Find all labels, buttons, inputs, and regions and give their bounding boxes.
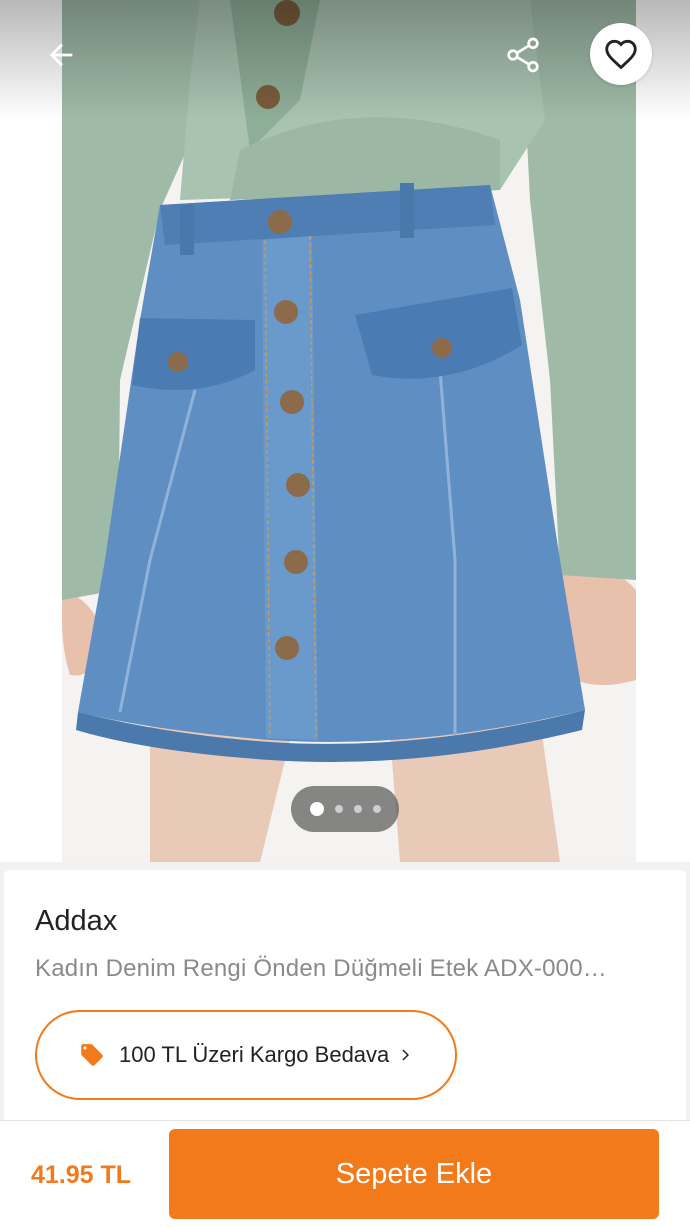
pager-dot-active[interactable] xyxy=(309,802,324,816)
favorite-button[interactable] xyxy=(590,23,652,85)
chevron-right-icon xyxy=(402,1049,410,1061)
purchase-bar: 41.95 TL Sepete Ekle xyxy=(0,1120,690,1227)
brand-name[interactable]: Addax xyxy=(35,905,117,938)
heart-outline-icon xyxy=(605,39,637,70)
pager-dot[interactable] xyxy=(334,805,343,813)
product-photo xyxy=(0,0,690,862)
image-pager[interactable] xyxy=(291,786,399,832)
free-shipping-promo[interactable]: 100 TL Üzeri Kargo Bedava xyxy=(35,1010,457,1100)
product-title: Kadın Denim Rengi Önden Düğmeli Etek ADX… xyxy=(35,955,607,982)
pager-dot[interactable] xyxy=(353,805,362,813)
arrow-left-icon xyxy=(49,43,73,67)
price: 41.95 TL xyxy=(31,1161,132,1189)
price-tag-icon xyxy=(81,1044,103,1066)
share-button[interactable] xyxy=(496,28,550,82)
pager-dot[interactable] xyxy=(372,805,381,813)
back-button[interactable] xyxy=(34,28,88,82)
product-detail-screen: Addax Kadın Denim Rengi Önden Düğmeli Et… xyxy=(0,0,690,1227)
share-icon xyxy=(507,37,539,73)
product-info-card: Addax Kadın Denim Rengi Önden Düğmeli Et… xyxy=(4,870,686,1120)
promo-arrow xyxy=(397,1046,415,1064)
product-gallery[interactable] xyxy=(0,0,690,862)
add-to-cart-button[interactable]: Sepete Ekle xyxy=(169,1129,659,1219)
top-gradient xyxy=(0,0,690,120)
promo-label: 100 TL Üzeri Kargo Bedava xyxy=(119,1042,390,1067)
